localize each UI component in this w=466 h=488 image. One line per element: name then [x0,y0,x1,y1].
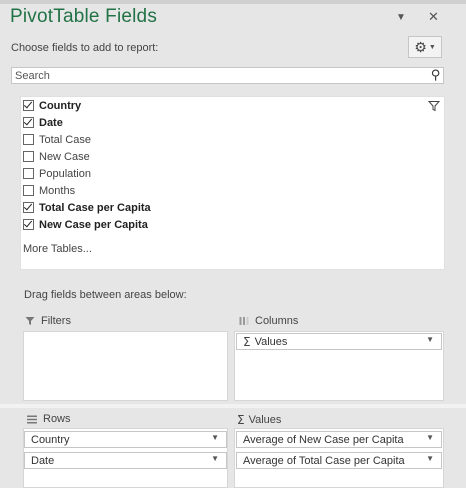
field-label: Population [39,167,91,180]
window-top-edge [0,0,466,4]
field-item-months[interactable]: Months [23,183,75,198]
field-item-new-case-per-capita[interactable]: New Case per Capita [23,217,148,232]
field-label: New Case per Capita [39,218,148,231]
rows-label: Rows [43,413,71,425]
tools-button[interactable]: ⚙ ▼ [408,36,442,58]
field-checkbox[interactable] [23,202,34,213]
values-field-avg-total-case-per-capita[interactable]: Average of Total Case per Capita ▼ [236,452,442,469]
values-field-avg-new-case-per-capita[interactable]: Average of New Case per Capita ▼ [236,431,442,448]
field-item-population[interactable]: Population [23,166,91,181]
field-checkbox[interactable] [23,168,34,179]
field-label: Total Case per Capita [39,201,151,214]
task-pane-options-chevron-icon[interactable]: ▼ [396,12,406,23]
choose-fields-label: Choose fields to add to report: [11,42,159,54]
field-item-country[interactable]: Country [23,98,81,113]
filter-icon [25,317,35,325]
field-list: Country Date Total Case New Case Populat… [20,96,445,270]
pill-label: Date [31,454,55,467]
chevron-down-icon[interactable]: ▼ [426,335,434,344]
sigma-icon: Σ [237,413,245,427]
chevron-down-icon[interactable]: ▼ [211,454,219,463]
drag-fields-label: Drag fields between areas below: [24,289,187,301]
rows-area-header: Rows [27,413,71,425]
field-checkbox[interactable] [23,134,34,145]
field-checkbox[interactable] [23,185,34,196]
columns-label: Columns [255,315,299,327]
search-icon[interactable]: ⚲ [431,67,441,83]
pill-label: Values [254,335,288,348]
field-item-total-case[interactable]: Total Case [23,132,91,147]
filters-drop-zone[interactable] [23,331,228,401]
field-label: Date [39,116,63,129]
field-checkbox[interactable] [23,219,34,230]
field-label: New Case [39,150,90,163]
field-label: Months [39,184,76,197]
field-checkbox[interactable] [23,117,34,128]
filters-area-header: Filters [25,315,71,327]
chevron-down-icon: ▼ [428,43,436,51]
field-checkbox[interactable] [23,100,34,111]
pill-label: Average of Total Case per Capita [243,454,405,467]
chevron-down-icon[interactable]: ▼ [426,433,434,442]
pill-label: Average of New Case per Capita [243,433,404,446]
field-item-new-case[interactable]: New Case [23,149,90,164]
filters-label: Filters [41,315,71,327]
pane-title: PivotTable Fields [10,6,158,27]
field-item-date[interactable]: Date [23,115,63,130]
pill-label: Country [31,433,70,446]
rows-field-country[interactable]: Country ▼ [24,431,227,448]
columns-icon [239,317,249,325]
rows-field-date[interactable]: Date ▼ [24,452,227,469]
field-item-total-case-per-capita[interactable]: Total Case per Capita [23,200,151,215]
rows-icon [27,415,37,423]
field-checkbox[interactable] [23,151,34,162]
columns-field-values[interactable]: Σ Values ▼ [236,333,442,350]
search-box[interactable]: ⚲ [11,67,444,84]
values-area-header: Σ Values [237,413,281,427]
chevron-down-icon[interactable]: ▼ [211,433,219,442]
columns-area-header: Columns [239,315,298,327]
more-tables-link[interactable]: More Tables... [23,243,92,255]
field-label: Country [39,99,82,112]
gear-icon: ⚙ [414,39,427,55]
chevron-down-icon[interactable]: ▼ [426,454,434,463]
area-separator [0,404,466,408]
search-input[interactable] [12,68,405,83]
filter-funnel-icon[interactable] [428,100,440,112]
values-label: Values [248,414,282,426]
field-label: Total Case [39,133,91,146]
sigma-icon: Σ [243,334,251,349]
close-icon[interactable]: ✕ [428,9,439,25]
